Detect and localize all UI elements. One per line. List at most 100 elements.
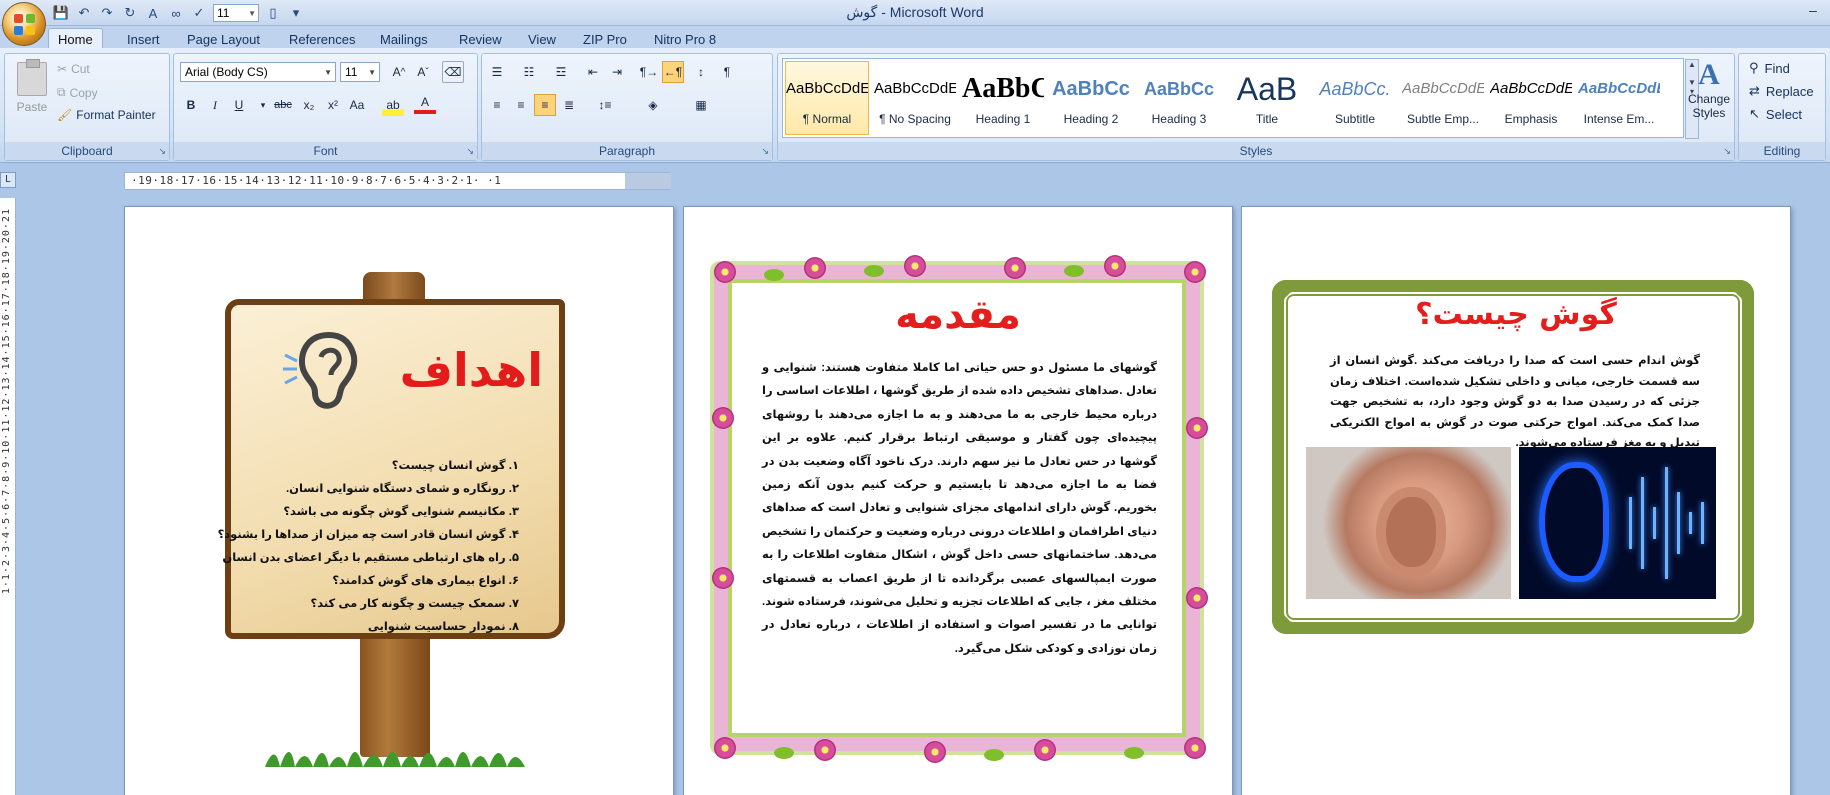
cursor-icon: ↖ bbox=[1749, 106, 1760, 121]
sort-button[interactable]: ↕ bbox=[690, 61, 712, 83]
leaf-icon bbox=[864, 265, 884, 277]
grass-graphic bbox=[265, 752, 525, 767]
font-color-button[interactable]: A bbox=[414, 94, 436, 114]
subscript-button[interactable]: x₂ bbox=[298, 94, 320, 116]
style-heading-1[interactable]: AaBbCc Heading 1 bbox=[961, 61, 1045, 135]
rtl-button[interactable]: ←¶ bbox=[662, 61, 684, 83]
flower-icon bbox=[904, 255, 926, 277]
align-center-button[interactable]: ≡ bbox=[510, 94, 532, 116]
list-item: ۳. مکانیسم شنوایی گوش چگونه می باشد؟ bbox=[283, 506, 519, 518]
page-2-body: گوشهای ما مسئول دو حس حیاتی اما کاملا مت… bbox=[762, 362, 1157, 655]
font-name-select[interactable]: Arial (Body CS) ▼ bbox=[180, 62, 336, 82]
clipboard-group-label: Clipboard bbox=[5, 142, 169, 160]
styles-launcher-icon[interactable]: ↘ bbox=[1723, 146, 1731, 157]
list-item: ۴. گوش انسان قادر است چه میزان از صداها … bbox=[217, 529, 519, 541]
office-button[interactable] bbox=[2, 2, 46, 46]
style-emphasis[interactable]: AaBbCcDdEe Emphasis bbox=[1489, 61, 1573, 135]
font-group: Arial (Body CS) ▼ 11 ▼ A ^ Aˇ ⌫ B I U ▾ abc… bbox=[173, 53, 478, 161]
increase-indent-button[interactable]: ⇥ bbox=[606, 61, 628, 83]
multilevel-list-button[interactable]: ☲ bbox=[550, 61, 572, 83]
styles-gallery: AaBbCcDdEe ¶ Normal AaBbCcDdEe ¶ No Spac… bbox=[782, 58, 1699, 139]
horizontal-ruler[interactable]: ·19·18·17·16·15·14·13·12·11·10·9·8·7·6·5… bbox=[124, 172, 671, 190]
superscript-button[interactable]: x² bbox=[322, 94, 344, 116]
styles-group: AaBbCcDdEe ¶ Normal AaBbCcDdEe ¶ No Spac… bbox=[777, 53, 1735, 161]
vertical-ruler[interactable]: 1·1·2·3·4·5·6·7·8·9·10·11·12·13·14·15·16… bbox=[0, 198, 16, 795]
flower-icon bbox=[714, 737, 736, 759]
highlight-button[interactable]: ab bbox=[382, 94, 404, 116]
document-page-2[interactable]: مقدمه گوشهای ما مسئول دو حس حیاتی اما کا… bbox=[683, 206, 1233, 795]
font-size-select[interactable]: 11 ▼ bbox=[340, 62, 380, 82]
shading-icon[interactable]: ◈ bbox=[642, 94, 664, 116]
style-no-spacing[interactable]: AaBbCcDdEe ¶ No Spacing bbox=[873, 61, 957, 135]
line-spacing-button[interactable]: ↕≡ bbox=[594, 94, 616, 116]
underline-button[interactable]: U bbox=[228, 94, 250, 116]
tab-selector[interactable]: L bbox=[0, 172, 16, 188]
flower-icon bbox=[804, 257, 826, 279]
style-subtle-emphasis[interactable]: AaBbCcDdEe Subtle Emp... bbox=[1401, 61, 1485, 135]
show-paragraph-marks-button[interactable]: ¶ bbox=[716, 61, 738, 83]
find-button[interactable]: ⚲ Find bbox=[1749, 60, 1790, 76]
flower-icon bbox=[1034, 739, 1056, 761]
font-group-label: Font bbox=[174, 142, 477, 160]
chevron-down-icon: ▼ bbox=[368, 68, 376, 77]
tab-home[interactable]: Home bbox=[48, 28, 103, 49]
brush-icon: 🖌 bbox=[57, 108, 73, 122]
numbering-button[interactable]: ☷ bbox=[518, 61, 540, 83]
style-intense-emphasis[interactable]: AaBbCcDdEe Intense Em... bbox=[1577, 61, 1661, 135]
page-3-title: گوش چیست؟ bbox=[1415, 297, 1617, 332]
chevron-down-icon: ▼ bbox=[324, 68, 332, 77]
flower-icon bbox=[1186, 587, 1208, 609]
format-painter-button[interactable]: 🖌 Format Painter bbox=[57, 108, 156, 122]
style-title[interactable]: AaB Title bbox=[1225, 61, 1309, 135]
list-item: ۵. راه های ارتباطی مستقیم با دیگر اعضای … bbox=[222, 552, 519, 564]
justify-button[interactable]: ≣ bbox=[558, 94, 580, 116]
ruler-bar: L ·19·18·17·16·15·14·13·12·11·10·9·8·7·6… bbox=[0, 164, 1830, 198]
borders-icon[interactable]: ▦ bbox=[690, 94, 712, 116]
page-1-title: اهداف bbox=[399, 343, 543, 397]
style-heading-3[interactable]: AaBbCc Heading 3 bbox=[1137, 61, 1221, 135]
cut-button[interactable]: ✂ Cut bbox=[57, 62, 90, 76]
align-left-button[interactable]: ≡ bbox=[486, 94, 508, 116]
clipboard-group: Paste ✂ Cut ⧉ Copy 🖌 Format Painter Clipboa… bbox=[4, 53, 170, 161]
flower-icon bbox=[1184, 261, 1206, 283]
list-item: ۲. رونگاره و شمای دستگاه شنوایی انسان. bbox=[285, 483, 519, 495]
change-styles-icon: A bbox=[1698, 58, 1720, 91]
shrink-font-button[interactable]: Aˇ bbox=[412, 61, 434, 83]
underline-dropdown-icon[interactable]: ▾ bbox=[252, 94, 274, 116]
style-normal[interactable]: AaBbCcDdEe ¶ Normal bbox=[785, 61, 869, 135]
flower-icon bbox=[1186, 417, 1208, 439]
document-page-1[interactable]: اهداف ۱. گوش انسان چیست؟ ۲. رونگاره و شم… bbox=[124, 206, 674, 795]
flower-icon bbox=[712, 407, 734, 429]
ribbon-tabs: Home Insert Page Layout References Maili… bbox=[0, 26, 1830, 49]
flower-icon bbox=[1004, 257, 1026, 279]
list-item: ۸. نمودار حساسیت شنوایی bbox=[367, 621, 519, 633]
clear-formatting-button[interactable]: ⌫ bbox=[442, 61, 464, 83]
change-styles-button[interactable]: A Change Styles bbox=[1684, 58, 1734, 138]
ear-photo bbox=[1306, 447, 1511, 599]
paragraph-launcher-icon[interactable]: ↘ bbox=[761, 146, 769, 157]
minimize-button[interactable]: – bbox=[1802, 2, 1824, 20]
style-heading-2[interactable]: AaBbCc Heading 2 bbox=[1049, 61, 1133, 135]
align-right-button[interactable]: ≡ bbox=[534, 94, 556, 116]
title-bar: 💾 ↶ ↷ ↻ A ∞ ✓ 11 ▼ ▯ ▾ گوش - Microsoft Wo… bbox=[0, 0, 1830, 26]
select-button[interactable]: ↖ Select bbox=[1749, 106, 1802, 122]
flower-icon bbox=[1104, 255, 1126, 277]
flower-icon bbox=[712, 567, 734, 589]
style-subtitle[interactable]: AaBbCc. Subtitle bbox=[1313, 61, 1397, 135]
bullets-button[interactable]: ☰ bbox=[486, 61, 508, 83]
replace-button[interactable]: ⇄ Replace bbox=[1749, 83, 1814, 99]
italic-button[interactable]: I bbox=[204, 94, 226, 116]
ltr-button[interactable]: ¶→ bbox=[638, 61, 660, 83]
paragraph-group-label: Paragraph bbox=[482, 142, 772, 160]
grow-font-button[interactable]: A ^ bbox=[388, 61, 410, 83]
clipboard-launcher-icon[interactable]: ↘ bbox=[158, 146, 166, 157]
paste-button[interactable]: Paste bbox=[11, 59, 53, 126]
bold-button[interactable]: B bbox=[180, 94, 202, 116]
change-case-button[interactable]: Aa bbox=[346, 94, 368, 116]
decrease-indent-button[interactable]: ⇤ bbox=[582, 61, 604, 83]
copy-button[interactable]: ⧉ Copy bbox=[57, 85, 98, 100]
font-launcher-icon[interactable]: ↘ bbox=[466, 146, 474, 157]
document-page-3[interactable]: گوش چیست؟ گوش اندام حسی است که صدا را در… bbox=[1241, 206, 1791, 795]
strikethrough-button[interactable]: abc bbox=[272, 94, 294, 116]
list-item: ۷. سمعک چیست و چگونه کار می کند؟ bbox=[310, 598, 519, 610]
